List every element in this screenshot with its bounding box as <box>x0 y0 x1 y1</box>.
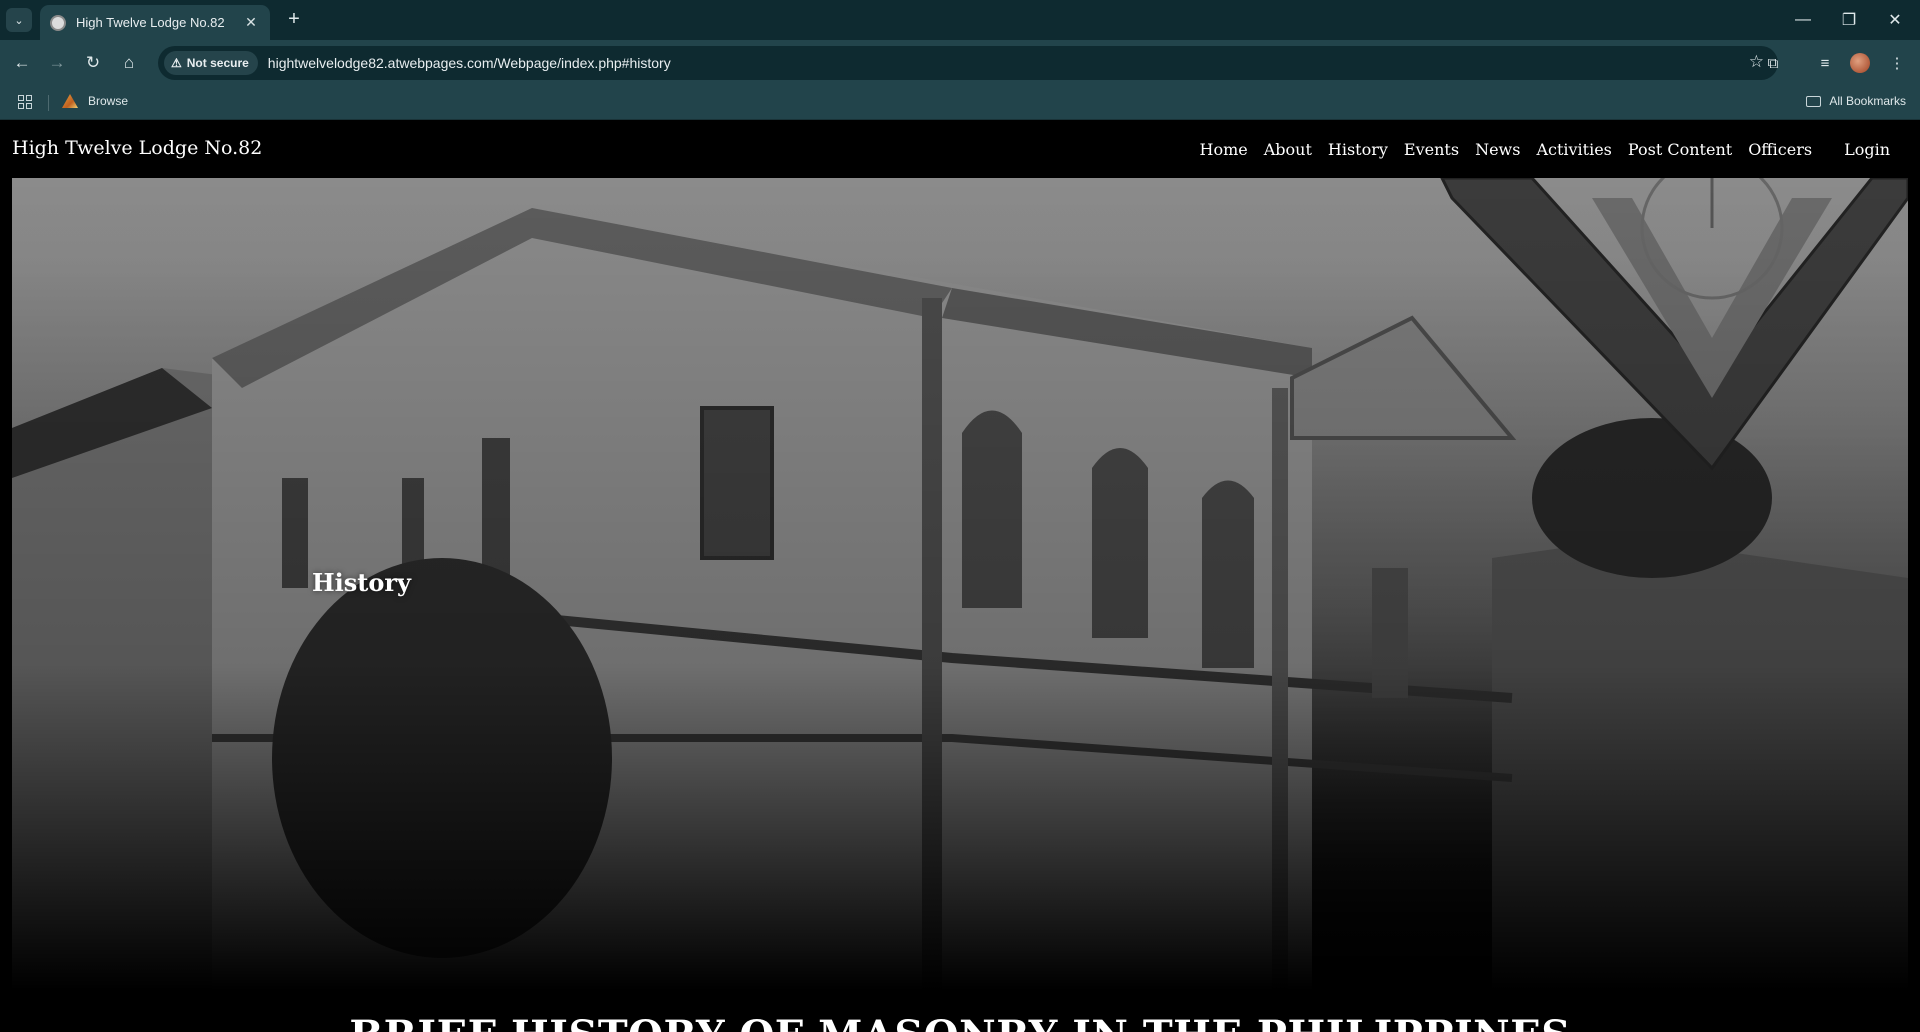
site-brand[interactable]: High Twelve Lodge No.82 <box>12 137 262 159</box>
section-title: BRIEF HISTORY OF MASONRY IN THE PHILIPPI… <box>0 1012 1920 1032</box>
address-bar[interactable]: ⚠ Not secure hightwelvelodge82.atwebpage… <box>158 46 1778 80</box>
bookmark-browse[interactable]: Browse <box>62 94 128 108</box>
bookmarks-divider <box>48 95 49 111</box>
nav-post-content[interactable]: Post Content <box>1628 140 1732 159</box>
security-label: Not secure <box>186 56 249 70</box>
apps-grid-icon[interactable] <box>18 95 32 109</box>
close-window-button[interactable]: ✕ <box>1872 0 1918 40</box>
nav-home[interactable]: Home <box>1199 140 1247 159</box>
web-page: High Twelve Lodge No.82 Home About Histo… <box>0 120 1920 1032</box>
close-tab-icon[interactable]: ✕ <box>242 14 260 31</box>
browser-tab-strip: ⌄ High Twelve Lodge No.82 ✕ + — ❐ ✕ <box>0 0 1920 40</box>
minimize-button[interactable]: — <box>1780 0 1826 40</box>
nav-events[interactable]: Events <box>1404 140 1459 159</box>
tab-title: High Twelve Lodge No.82 <box>76 15 225 30</box>
nav-login[interactable]: Login <box>1844 140 1890 159</box>
site-favicon-icon <box>50 14 66 31</box>
warning-icon: ⚠ <box>171 56 182 70</box>
menu-kebab-icon[interactable]: ⋮ <box>1884 50 1910 76</box>
extensions-icon[interactable]: ⧉ <box>1760 50 1786 76</box>
back-button[interactable]: ← <box>9 50 35 76</box>
restore-button[interactable]: ❐ <box>1826 0 1872 40</box>
reload-button[interactable]: ↻ <box>80 50 106 76</box>
forward-button[interactable]: → <box>44 50 70 76</box>
all-bookmarks-label: All Bookmarks <box>1829 94 1906 108</box>
nav-about[interactable]: About <box>1264 140 1312 159</box>
profile-avatar[interactable] <box>1850 53 1870 73</box>
media-controls-icon[interactable]: ≡ <box>1812 50 1838 76</box>
lodge-building-photo <box>12 178 1908 990</box>
tab-search-button[interactable]: ⌄ <box>6 8 32 32</box>
nav-history[interactable]: History <box>1328 140 1388 159</box>
bookmarks-bar: Browse All Bookmarks <box>0 86 1920 120</box>
hero-heading: History <box>312 568 411 597</box>
url-text[interactable]: hightwelvelodge82.atwebpages.com/Webpage… <box>268 55 671 71</box>
hero-banner: History <box>12 178 1908 990</box>
bookmark-label: Browse <box>88 94 129 108</box>
nav-officers[interactable]: Officers <box>1748 140 1812 159</box>
main-menu: Home About History Events News Activitie… <box>1183 140 1890 159</box>
folder-icon <box>1806 95 1822 107</box>
nav-activities[interactable]: Activities <box>1536 140 1611 159</box>
nav-news[interactable]: News <box>1475 140 1520 159</box>
browse-bookmark-icon <box>62 94 78 108</box>
site-info-chip[interactable]: ⚠ Not secure <box>164 51 258 75</box>
new-tab-button[interactable]: + <box>282 8 306 32</box>
all-bookmarks-button[interactable]: All Bookmarks <box>1806 94 1906 108</box>
site-navbar: High Twelve Lodge No.82 Home About Histo… <box>0 120 1920 178</box>
browser-tab[interactable]: High Twelve Lodge No.82 ✕ <box>40 5 270 40</box>
home-button[interactable]: ⌂ <box>116 50 142 76</box>
browser-toolbar: ← → ↻ ⌂ ⚠ Not secure hightwelvelodge82.a… <box>0 40 1920 86</box>
